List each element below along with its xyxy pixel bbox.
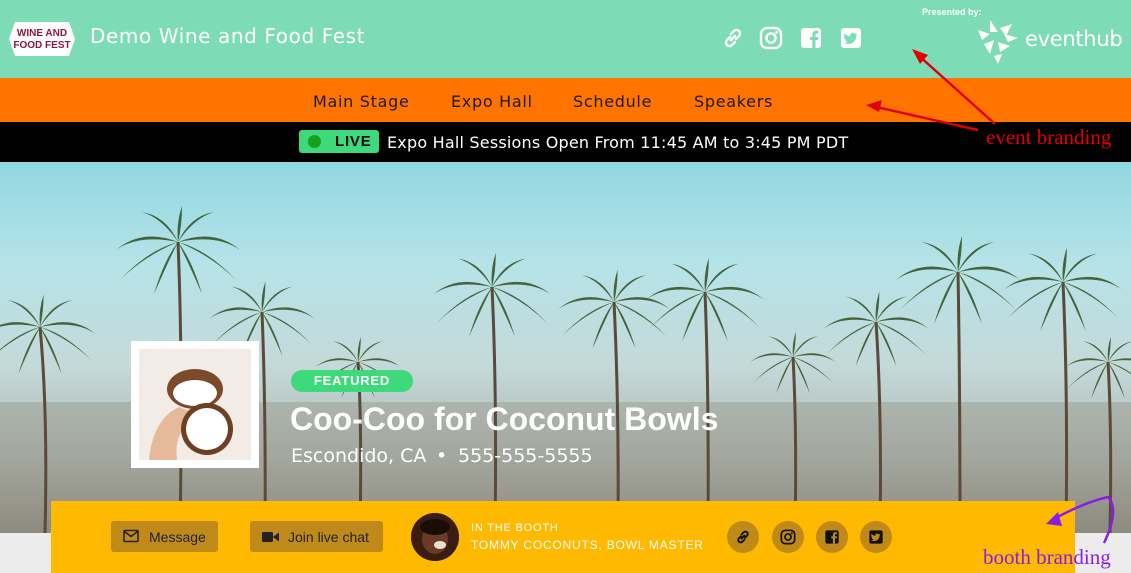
instagram-icon <box>780 529 796 545</box>
facebook-icon[interactable] <box>799 26 823 50</box>
booth-logo-image <box>131 341 259 468</box>
featured-badge: FEATURED <box>291 370 413 392</box>
location-phone-separator: • <box>436 445 448 467</box>
in-booth-name: TOMMY COCONUTS, BOWL MASTER <box>471 538 704 552</box>
facebook-icon <box>825 530 839 544</box>
join-live-chat-label: Join live chat <box>288 529 369 545</box>
twitter-icon <box>869 530 883 544</box>
booth-branding-annotation: booth branding <box>983 545 1111 569</box>
video-camera-icon <box>262 532 279 542</box>
nav-item-speakers[interactable]: Speakers <box>694 92 773 111</box>
nav-item-main-stage[interactable]: Main Stage <box>313 92 410 111</box>
booth-twitter-button[interactable] <box>860 521 892 553</box>
live-message: Expo Hall Sessions Open From 11:45 AM to… <box>387 133 849 152</box>
nav-item-schedule[interactable]: Schedule <box>573 92 652 111</box>
event-title: Demo Wine and Food Fest <box>90 24 366 48</box>
instagram-icon[interactable] <box>759 26 783 50</box>
event-header: WINE AND FOOD FEST Demo Wine and Food Fe… <box>0 0 1131 78</box>
link-icon[interactable] <box>721 26 745 50</box>
sponsor-name: eventhub <box>1025 27 1123 51</box>
booth-facebook-button[interactable] <box>816 521 848 553</box>
booth-location: Escondido, CA <box>291 445 427 467</box>
logo-text-line2: FOOD FEST <box>13 40 70 51</box>
message-button[interactable]: Message <box>111 521 218 552</box>
live-announcement-bar: LIVE Expo Hall Sessions Open From 11:45 … <box>0 122 1131 162</box>
booth-phone[interactable]: 555-555-5555 <box>458 445 593 467</box>
event-branding-annotation: event branding <box>986 125 1112 149</box>
in-booth-label: IN THE BOOTH <box>471 522 559 534</box>
logo-text-line1: WINE AND <box>17 28 67 39</box>
twitter-icon[interactable] <box>839 26 863 50</box>
main-nav: Main Stage Expo Hall Schedule Speakers <box>0 78 1131 122</box>
booth-instagram-button[interactable] <box>772 521 804 553</box>
event-logo[interactable]: WINE AND FOOD FEST <box>9 20 75 58</box>
booth-host-avatar <box>411 513 459 561</box>
message-button-label: Message <box>149 529 206 545</box>
booth-title: Coo-Coo for Coconut Bowls <box>290 401 719 437</box>
live-badge: LIVE <box>299 130 379 153</box>
live-dot-icon <box>308 135 321 148</box>
envelope-icon <box>123 529 139 543</box>
join-live-chat-button[interactable]: Join live chat <box>250 521 383 552</box>
presented-by-label: Presented by: <box>922 7 982 17</box>
link-icon <box>737 530 749 544</box>
nav-item-expo-hall[interactable]: Expo Hall <box>451 92 533 111</box>
booth-action-bar: Message Join live chat IN THE BOOTH TOMM… <box>51 501 1075 573</box>
booth-link-button[interactable] <box>727 521 759 553</box>
live-badge-label: LIVE <box>335 133 372 150</box>
